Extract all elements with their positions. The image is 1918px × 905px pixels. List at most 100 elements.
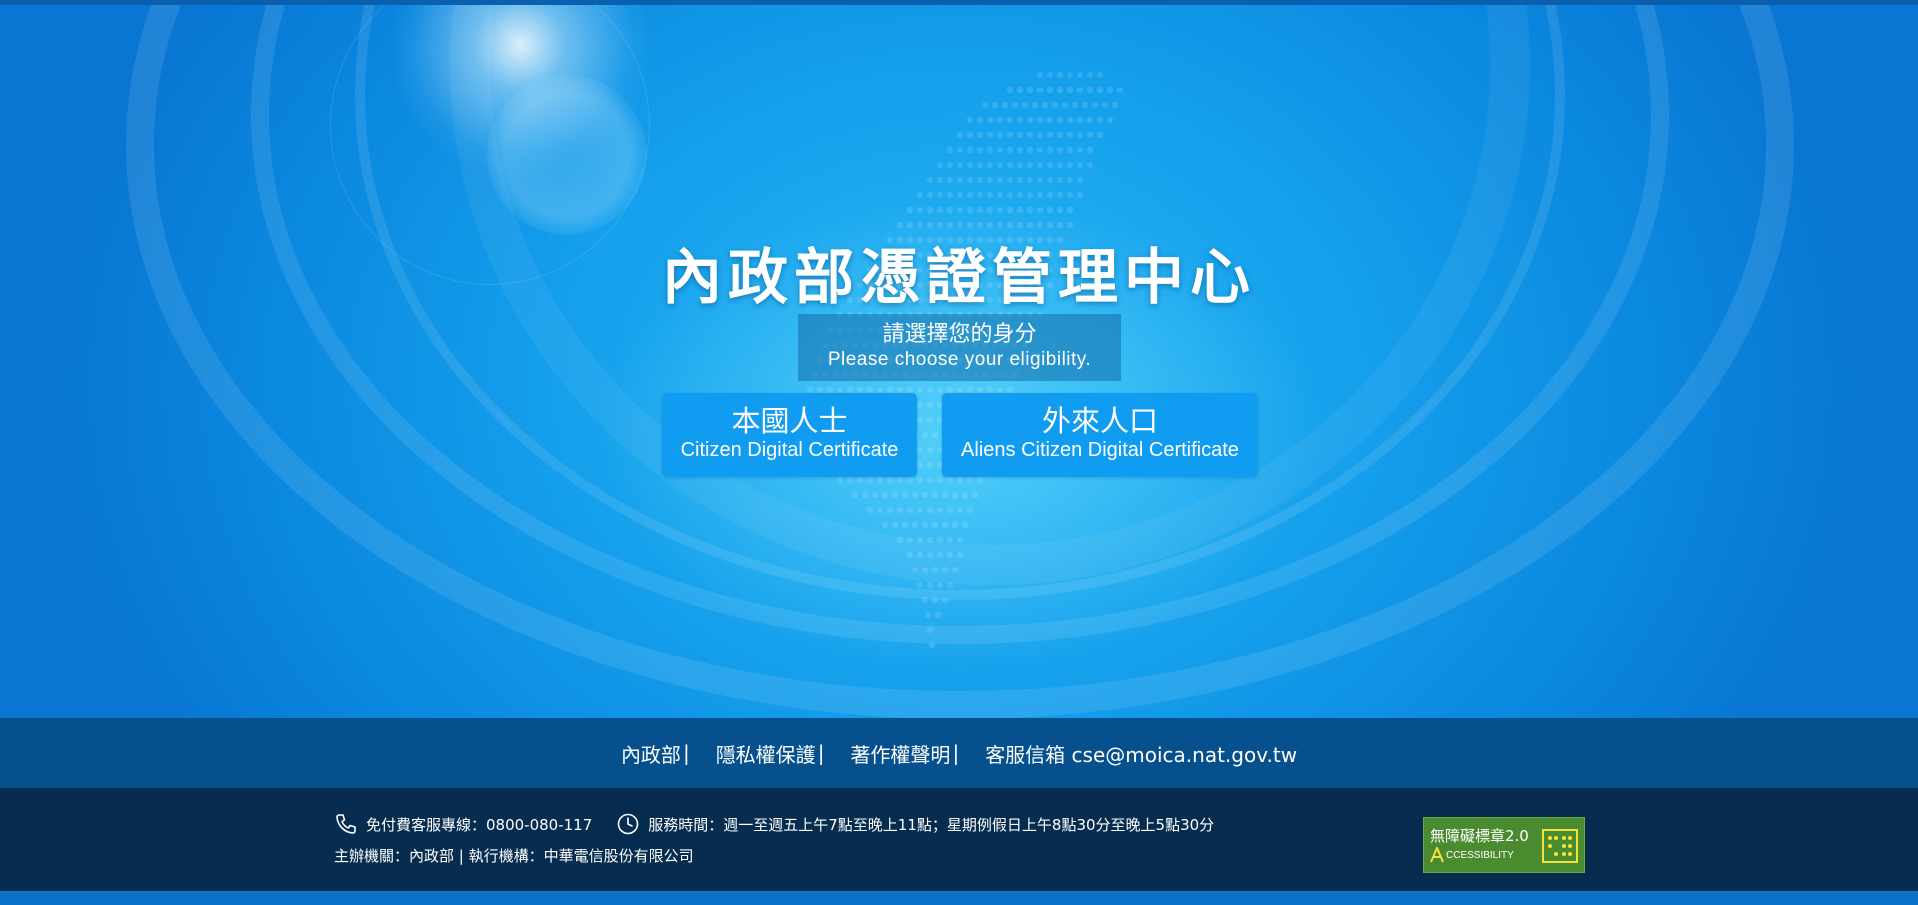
map-dot (951, 566, 959, 574)
map-dot (901, 491, 909, 499)
map-dot (956, 161, 964, 169)
map-dot (1011, 101, 1019, 109)
map-dot (1006, 86, 1014, 94)
map-dot (916, 581, 924, 589)
map-dot (966, 161, 974, 169)
map-dot (1101, 101, 1109, 109)
map-dot (1096, 86, 1104, 94)
map-dot (1106, 86, 1114, 94)
map-dot (906, 506, 914, 514)
map-dot (926, 581, 934, 589)
map-dot (966, 131, 974, 139)
clock-icon (616, 812, 640, 836)
map-dot (1026, 191, 1034, 199)
map-dot (951, 491, 959, 499)
map-dot (936, 206, 944, 214)
map-dot (1006, 146, 1014, 154)
map-dot (1001, 101, 1009, 109)
map-dot (966, 221, 974, 229)
citizen-certificate-button[interactable]: 本國人士 Citizen Digital Certificate (662, 393, 917, 477)
map-dot (916, 221, 924, 229)
map-dot (1041, 101, 1049, 109)
map-dot (946, 206, 954, 214)
map-dot (916, 551, 924, 559)
map-dot (926, 386, 934, 394)
map-dot (856, 476, 864, 484)
map-dot (956, 176, 964, 184)
braille-grid-icon (1542, 829, 1578, 863)
map-dot (1076, 131, 1084, 139)
map-dot (976, 206, 984, 214)
map-dot (906, 476, 914, 484)
map-dot (1096, 71, 1104, 79)
map-dot (1046, 191, 1054, 199)
lens-flare-halo (487, 75, 647, 235)
map-dot (996, 161, 1004, 169)
map-dot (941, 566, 949, 574)
map-dot (1016, 161, 1024, 169)
map-dot (1056, 161, 1064, 169)
map-dot (1016, 86, 1024, 94)
map-dot (931, 566, 939, 574)
map-dot (1006, 221, 1014, 229)
accessibility-badge-icon[interactable]: 無障礙標章2.0 CCESSIBILITY (1423, 817, 1585, 873)
map-dot (1036, 116, 1044, 124)
map-dot (1026, 116, 1034, 124)
alien-certificate-button[interactable]: 外來人口 Aliens Citizen Digital Certificate (942, 393, 1258, 477)
map-dot (1016, 221, 1024, 229)
map-dot (1096, 131, 1104, 139)
map-dot (866, 506, 874, 514)
moi-link[interactable]: 內政部 (621, 739, 681, 768)
citizen-label-chinese: 本國人士 (731, 404, 848, 438)
email-link[interactable]: 客服信箱 cse@moica.nat.gov.tw (985, 739, 1297, 768)
map-dot (1056, 206, 1064, 214)
map-dot (1076, 191, 1084, 199)
map-dot (926, 551, 934, 559)
badge-title: 無障礙標章2.0 (1430, 827, 1529, 845)
map-dot (926, 221, 934, 229)
map-dot (1066, 221, 1074, 229)
map-dot (1036, 206, 1044, 214)
map-dot (916, 191, 924, 199)
map-dot (926, 536, 934, 544)
map-dot (1046, 146, 1054, 154)
map-dot (1086, 161, 1094, 169)
map-dot (911, 521, 919, 529)
map-dot (1061, 101, 1069, 109)
map-dot (1036, 71, 1044, 79)
map-dot (1076, 146, 1084, 154)
map-dot (966, 206, 974, 214)
map-dot (1006, 176, 1014, 184)
organizers-text: 主辦機關：內政部 | 執行機構：中華電信股份有限公司 (334, 847, 694, 865)
map-dot (986, 131, 994, 139)
privacy-link[interactable]: 隱私權保護 (716, 739, 816, 768)
map-dot (981, 101, 989, 109)
map-dot (1066, 206, 1074, 214)
map-dot (1016, 131, 1024, 139)
map-dot (896, 536, 904, 544)
map-dot (1076, 86, 1084, 94)
map-dot (1091, 101, 1099, 109)
map-dot (931, 491, 939, 499)
map-dot (911, 491, 919, 499)
badge-subtitle: CCESSIBILITY (1446, 850, 1514, 861)
map-dot (1006, 191, 1014, 199)
map-dot (886, 476, 894, 484)
map-dot (976, 161, 984, 169)
alien-label-english: Aliens Citizen Digital Certificate (961, 439, 1239, 461)
copyright-link[interactable]: 著作權聲明 (850, 739, 950, 768)
map-dot (1056, 131, 1064, 139)
map-dot (851, 491, 859, 499)
map-dot (956, 506, 964, 514)
map-dot (976, 116, 984, 124)
map-dot (1016, 176, 1024, 184)
map-dot (986, 221, 994, 229)
map-dot (876, 506, 884, 514)
map-dot (1086, 71, 1094, 79)
map-dot (906, 206, 914, 214)
hotline-text: 免付費客服專線：0800-080-117 (366, 815, 593, 834)
map-dot (891, 521, 899, 529)
map-dot (926, 446, 934, 454)
map-dot (916, 506, 924, 514)
map-dot (996, 176, 1004, 184)
